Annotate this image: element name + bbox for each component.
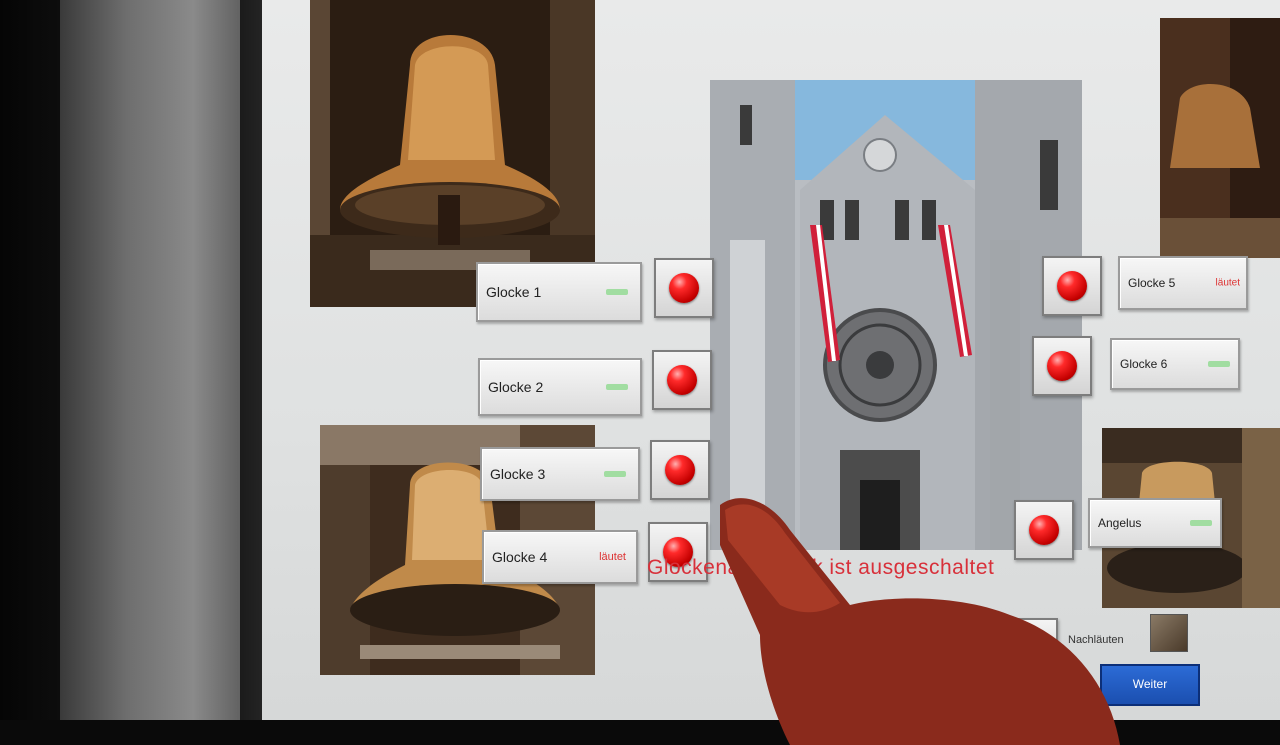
automatik-status-text: Glockenautomatik ist ausgeschaltet [647,556,995,579]
red-button-icon [1029,515,1059,545]
glocke-4-status: läutet [599,551,626,563]
angelus-ring-button[interactable] [1014,500,1074,560]
glocke-3-label: Glocke 3 [490,466,546,482]
angelus-indicator [1190,520,1212,526]
weiter-button[interactable]: Weiter [1100,664,1200,706]
glocke-3-ring-button[interactable] [650,440,710,500]
red-button-icon [669,273,699,303]
bell-photo-1 [310,0,595,307]
glocke-5-button[interactable]: Glocke 5 läutet [1118,256,1248,310]
red-button-icon [665,455,695,485]
glocke-2-ring-button[interactable] [652,350,712,410]
glocke-6-button[interactable]: Glocke 6 [1110,338,1240,390]
bell-control-screen: Glocke 1 Glocke 2 Glocke 3 Glocke 4 läut… [262,0,1280,720]
red-button-icon [667,365,697,395]
glocke-2-button[interactable]: Glocke 2 [478,358,642,416]
red-button-icon [1057,271,1087,301]
glocke-4-button[interactable]: Glocke 4 läutet [482,530,638,584]
glocke-3-button[interactable]: Glocke 3 [480,447,640,501]
glocke-3-indicator [604,471,626,477]
nachlaeuten-ring-button[interactable] [1000,618,1058,668]
monitor-frame [60,0,250,720]
nachlaeuten-label: Nachläuten [1068,634,1124,646]
glocke-4-label: Glocke 4 [492,549,548,565]
church-photo [710,80,1082,550]
glocke-5-label: Glocke 5 [1128,276,1176,290]
glocke-6-indicator [1208,361,1230,367]
glocke-1-ring-button[interactable] [654,258,714,318]
glocke-6-ring-button[interactable] [1032,336,1092,396]
nachlaeuten-thumbnail [1150,614,1188,652]
glocke-1-indicator [606,289,628,295]
angelus-label: Angelus [1098,516,1142,530]
red-button-icon [1014,628,1044,658]
red-button-icon [1047,351,1077,381]
glocke-2-label: Glocke 2 [488,379,544,395]
glocke-1-button[interactable]: Glocke 1 [476,262,642,322]
glocke-1-label: Glocke 1 [486,284,542,300]
glocke-5-status: läutet [1215,277,1240,289]
angelus-button[interactable]: Angelus [1088,498,1222,548]
glocke-6-label: Glocke 6 [1120,357,1168,371]
glocke-2-indicator [606,384,628,390]
bell-photo-3 [1160,18,1280,258]
glocke-5-ring-button[interactable] [1042,256,1102,316]
